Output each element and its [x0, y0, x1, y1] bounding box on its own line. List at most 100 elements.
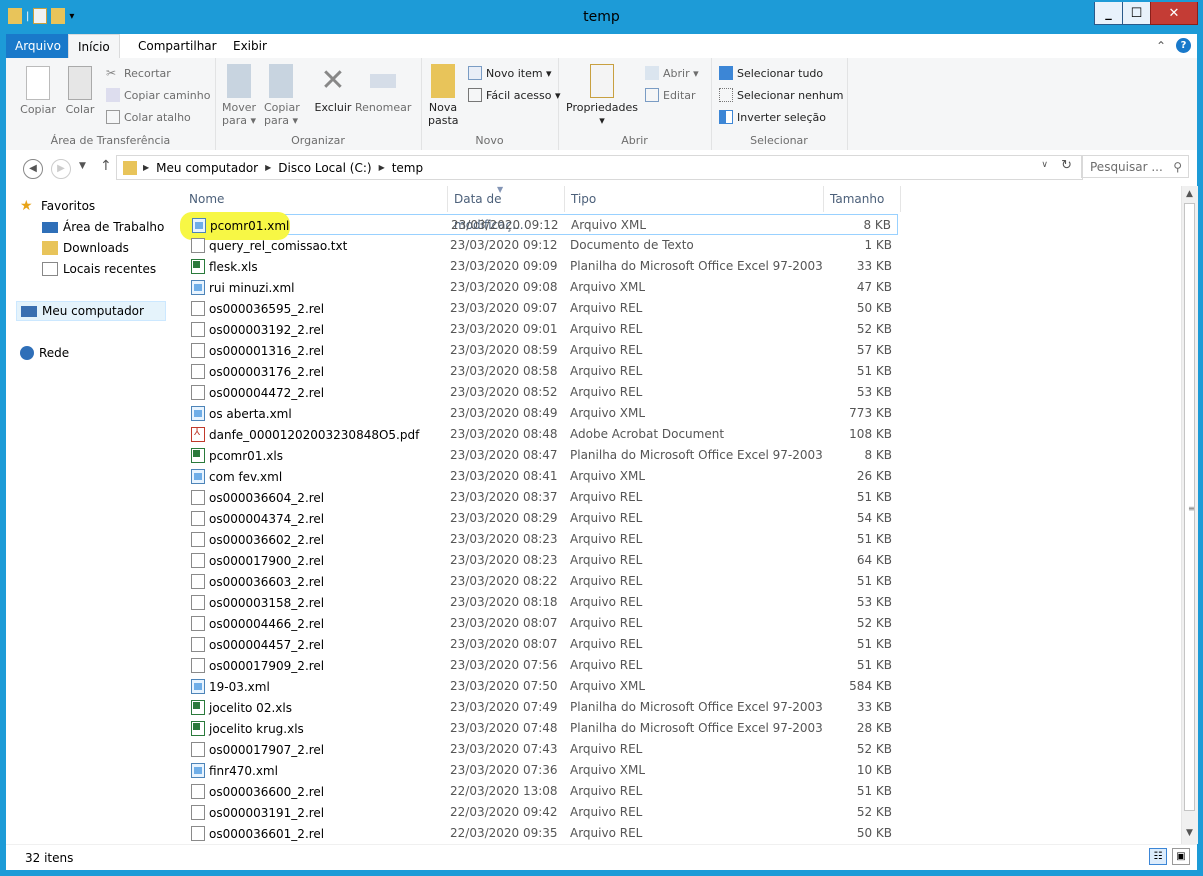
- file-row[interactable]: os000036595_2.rel 23/03/2020 09:07 Arquivo…: [185, 298, 898, 319]
- file-row[interactable]: jocelito krug.xls 23/03/2020 07:48 Planilh…: [185, 718, 898, 739]
- recent-locations-dropdown[interactable]: ▼: [79, 161, 86, 171]
- nav-locais-recentes[interactable]: Locais recentes: [42, 262, 156, 276]
- file-row[interactable]: os000003176_2.rel 23/03/2020 08:58 Arquivo…: [185, 361, 898, 382]
- address-bar-row: ◀ ▶ ▼ ↑ ▶ Meu computador ▶ Disco Local (…: [6, 150, 1197, 186]
- file-row[interactable]: danfe_00001202003230848O5.pdf 23/03/2020 …: [185, 424, 898, 445]
- file-row[interactable]: com fev.xml 23/03/2020 08:41 Arquivo XML 26…: [185, 466, 898, 487]
- scroll-up-icon[interactable]: ▲: [1186, 189, 1193, 199]
- column-header-data[interactable]: Data de modificaç...: [448, 186, 565, 232]
- file-row[interactable]: os000017909_2.rel 23/03/2020 07:56 Arquivo…: [185, 655, 898, 676]
- file-row[interactable]: os000036600_2.rel 22/03/2020 13:08 Arquivo…: [185, 781, 898, 802]
- close-button[interactable]: ✕: [1150, 2, 1198, 25]
- address-bar[interactable]: ▶ Meu computador ▶ Disco Local (C:) ▶ te…: [116, 155, 1083, 180]
- refresh-icon[interactable]: ↻: [1061, 158, 1072, 173]
- edit-button[interactable]: Editar: [645, 88, 696, 102]
- nav-area-trabalho[interactable]: Área de Trabalho: [42, 220, 164, 234]
- copy-to-button[interactable]: Copiar para ▾: [261, 64, 301, 127]
- file-row[interactable]: finr470.xml 23/03/2020 07:36 Arquivo XML 10…: [185, 760, 898, 781]
- paste-shortcut-button[interactable]: Colar atalho: [106, 110, 191, 124]
- breadcrumb-meu-computador[interactable]: Meu computador: [156, 161, 258, 175]
- file-row[interactable]: pcomr01.xls 23/03/2020 08:47 Planilha do M…: [185, 445, 898, 466]
- file-row[interactable]: os000003192_2.rel 23/03/2020 09:01 Arquivo…: [185, 319, 898, 340]
- column-header-tamanho[interactable]: Tamanho: [824, 186, 901, 212]
- column-header-tipo[interactable]: Tipo: [565, 186, 824, 212]
- copy-button[interactable]: Copiar: [18, 64, 58, 116]
- file-row[interactable]: os000004457_2.rel 23/03/2020 08:07 Arquivo…: [185, 634, 898, 655]
- copy-path-button[interactable]: Copiar caminho: [106, 88, 210, 102]
- file-row[interactable]: pcomr01.xml 23/03/2020 09:12 Arquivo XML 8 …: [180, 212, 898, 240]
- content-area: ★ Favoritos Área de Trabalho Downloads Lo…: [6, 186, 1198, 844]
- rel-file-icon: [191, 553, 205, 568]
- nav-meu-computador[interactable]: Meu computador: [16, 301, 166, 321]
- easy-access-button[interactable]: Fácil acesso ▾: [468, 88, 560, 102]
- file-size: 8 KB: [863, 218, 891, 232]
- file-row[interactable]: os000036603_2.rel 23/03/2020 08:22 Arquivo…: [185, 571, 898, 592]
- back-button[interactable]: ◀: [23, 159, 43, 179]
- select-all-button[interactable]: Selecionar tudo: [719, 66, 823, 80]
- file-type: Arquivo REL: [570, 532, 643, 546]
- scroll-thumb[interactable]: ≡: [1184, 203, 1195, 811]
- details-view-button[interactable]: ☷: [1149, 848, 1167, 865]
- file-date: 23/03/2020 09:01: [450, 322, 558, 336]
- nav-favoritos[interactable]: ★ Favoritos: [20, 199, 95, 213]
- file-name: os000017907_2.rel: [209, 742, 325, 757]
- column-header-nome[interactable]: Nome: [171, 186, 448, 212]
- file-row[interactable]: os000036604_2.rel 23/03/2020 08:37 Arquivo…: [185, 487, 898, 508]
- scroll-down-icon[interactable]: ▼: [1186, 828, 1193, 838]
- minimize-button[interactable]: _: [1094, 2, 1123, 25]
- new-item-button[interactable]: Novo item ▾: [468, 66, 552, 80]
- cut-button[interactable]: ✂ Recortar: [106, 66, 171, 80]
- tab-compartilhar[interactable]: Compartilhar: [129, 34, 226, 58]
- select-none-button[interactable]: Selecionar nenhum: [719, 88, 844, 102]
- collapse-ribbon-icon[interactable]: ⌃: [1156, 39, 1166, 53]
- tab-arquivo[interactable]: Arquivo: [6, 34, 70, 58]
- help-icon[interactable]: ?: [1176, 38, 1191, 53]
- file-row[interactable]: 19-03.xml 23/03/2020 07:50 Arquivo XML 584 …: [185, 676, 898, 697]
- file-row[interactable]: jocelito 02.xls 23/03/2020 07:49 Planilha …: [185, 697, 898, 718]
- file-type: Arquivo REL: [570, 364, 643, 378]
- file-name: flesk.xls: [209, 259, 258, 274]
- file-row[interactable]: os000003191_2.rel 22/03/2020 09:42 Arquivo…: [185, 802, 898, 823]
- file-row[interactable]: os000036602_2.rel 23/03/2020 08:23 Arquivo…: [185, 529, 898, 550]
- new-folder-button[interactable]: Nova pasta: [425, 64, 461, 127]
- file-row[interactable]: os000001316_2.rel 23/03/2020 08:59 Arquivo…: [185, 340, 898, 361]
- file-size: 52 KB: [856, 805, 892, 819]
- file-type: Arquivo REL: [570, 574, 643, 588]
- file-row[interactable]: os000004374_2.rel 23/03/2020 08:29 Arquivo…: [185, 508, 898, 529]
- up-button[interactable]: ↑: [100, 158, 112, 174]
- rel-file-icon: [191, 637, 205, 652]
- file-row[interactable]: os000004472_2.rel 23/03/2020 08:52 Arquivo…: [185, 382, 898, 403]
- file-row[interactable]: os000003158_2.rel 23/03/2020 08:18 Arquivo…: [185, 592, 898, 613]
- tab-inicio[interactable]: Início: [68, 34, 120, 59]
- file-row[interactable]: os000017907_2.rel 23/03/2020 07:43 Arquivo…: [185, 739, 898, 760]
- file-row[interactable]: flesk.xls 23/03/2020 09:09 Planilha do Mic…: [185, 256, 898, 277]
- breadcrumb-disco-local[interactable]: Disco Local (C:): [278, 161, 371, 175]
- delete-button[interactable]: ✕ Excluir: [313, 64, 353, 115]
- maximize-button[interactable]: ☐: [1122, 2, 1151, 25]
- forward-button[interactable]: ▶: [51, 159, 71, 179]
- file-date: 23/03/2020 08:37: [450, 490, 558, 504]
- properties-button[interactable]: Propriedades ▾: [566, 64, 638, 127]
- nav-rede[interactable]: Rede: [20, 346, 69, 360]
- group-label-open: Abrir: [621, 134, 648, 147]
- file-date: 23/03/2020 08:18: [450, 595, 558, 609]
- file-row[interactable]: query_rel_comissao.txt 23/03/2020 09:12 Do…: [185, 235, 898, 256]
- breadcrumb-temp[interactable]: temp: [392, 161, 423, 175]
- file-row[interactable]: os000004466_2.rel 23/03/2020 08:07 Arquivo…: [185, 613, 898, 634]
- nav-downloads[interactable]: Downloads: [42, 241, 129, 255]
- file-row[interactable]: os aberta.xml 23/03/2020 08:49 Arquivo XML…: [185, 403, 898, 424]
- search-input[interactable]: Pesquisar ... ⚲: [1081, 155, 1189, 178]
- file-row[interactable]: os000017900_2.rel 23/03/2020 08:23 Arquivo…: [185, 550, 898, 571]
- paste-button[interactable]: Colar: [62, 64, 98, 116]
- large-icons-view-button[interactable]: ▣: [1172, 848, 1190, 865]
- file-row[interactable]: rui minuzi.xml 23/03/2020 09:08 Arquivo XM…: [185, 277, 898, 298]
- open-button[interactable]: Abrir ▾: [645, 66, 699, 80]
- file-date: 23/03/2020 08:49: [450, 406, 558, 420]
- move-to-button[interactable]: Mover para ▾: [219, 64, 259, 127]
- address-dropdown-icon[interactable]: ∨: [1041, 160, 1048, 170]
- tab-exibir[interactable]: Exibir: [224, 34, 276, 58]
- invert-selection-button[interactable]: Inverter seleção: [719, 110, 826, 124]
- file-row[interactable]: os000036601_2.rel 22/03/2020 09:35 Arquivo…: [185, 823, 898, 844]
- vertical-scrollbar[interactable]: ▲ ≡ ▼: [1181, 186, 1198, 844]
- rename-button[interactable]: Renomear: [355, 64, 411, 114]
